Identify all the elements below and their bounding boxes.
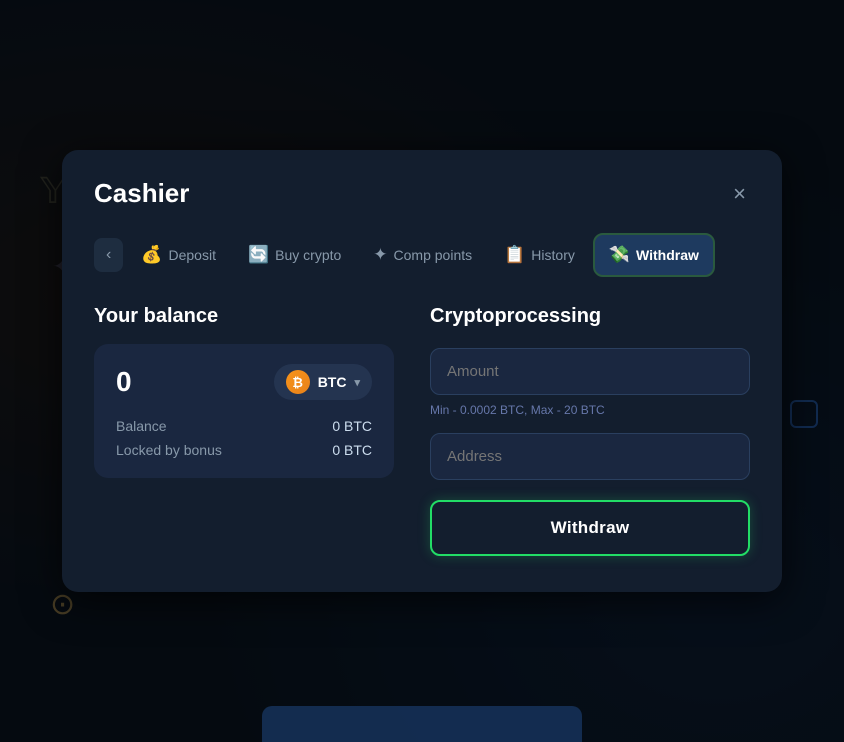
withdraw-btn-wrapper: Withdraw [430,500,750,556]
chevron-down-icon: ▾ [354,376,360,389]
balance-card: 0 ₿ BTC ▾ Balance 0 BTC Locked by bonus … [94,344,394,478]
address-input[interactable] [430,433,750,480]
withdraw-button[interactable]: Withdraw [430,500,750,556]
btc-icon: ₿ [286,370,310,394]
crypto-panel: Cryptoprocessing Min - 0.0002 BTC, Max -… [430,305,750,556]
deco-circle [790,400,818,428]
tab-comp-points[interactable]: ✦ Comp points [359,235,486,275]
amount-input[interactable] [430,348,750,395]
tab-bar: ‹ 💰 Deposit 🔄 Buy crypto ✦ Comp points 📋… [94,233,750,277]
cashier-modal: Cashier × ‹ 💰 Deposit 🔄 Buy crypto ✦ Com… [62,150,782,592]
amount-hint: Min - 0.0002 BTC, Max - 20 BTC [430,403,750,417]
tab-buy-crypto[interactable]: 🔄 Buy crypto [234,235,355,275]
back-arrow-icon: ‹ [106,246,111,264]
deco-orange: ⊙ [50,587,75,622]
crypto-title: Cryptoprocessing [430,305,750,328]
tab-withdraw[interactable]: 💸 Withdraw [593,233,715,277]
balance-value: 0 BTC [332,418,372,434]
tab-history-label: History [531,247,575,263]
history-icon: 📋 [504,245,525,265]
balance-top: 0 ₿ BTC ▾ [116,364,372,400]
currency-symbol: BTC [318,374,347,390]
balance-row-locked: Locked by bonus 0 BTC [116,442,372,458]
modal-title: Cashier [94,178,189,209]
tab-buy-crypto-label: Buy crypto [275,247,341,263]
amount-input-group [430,348,750,395]
balance-title: Your balance [94,305,394,328]
address-input-group [430,433,750,480]
tab-deposit-label: Deposit [169,247,216,263]
deposit-icon: 💰 [141,245,162,265]
tab-withdraw-label: Withdraw [636,247,699,263]
balance-label: Balance [116,418,167,434]
locked-value: 0 BTC [332,442,372,458]
tab-comp-points-label: Comp points [394,247,473,263]
tab-history[interactable]: 📋 History [490,235,589,275]
balance-panel: Your balance 0 ₿ BTC ▾ Balance 0 BTC Loc… [94,305,394,556]
locked-label: Locked by bonus [116,442,222,458]
main-content: Your balance 0 ₿ BTC ▾ Balance 0 BTC Loc… [94,305,750,556]
buy-crypto-icon: 🔄 [248,245,269,265]
modal-header: Cashier × [94,178,750,209]
balance-row-balance: Balance 0 BTC [116,418,372,434]
close-button[interactable]: × [729,179,750,209]
withdraw-icon: 💸 [609,245,630,265]
comp-points-icon: ✦ [373,245,387,265]
balance-amount: 0 [116,366,132,398]
tab-back-button[interactable]: ‹ [94,238,123,272]
currency-selector[interactable]: ₿ BTC ▾ [274,364,372,400]
deco-bottom-bar [262,706,582,742]
tab-deposit[interactable]: 💰 Deposit [127,235,230,275]
